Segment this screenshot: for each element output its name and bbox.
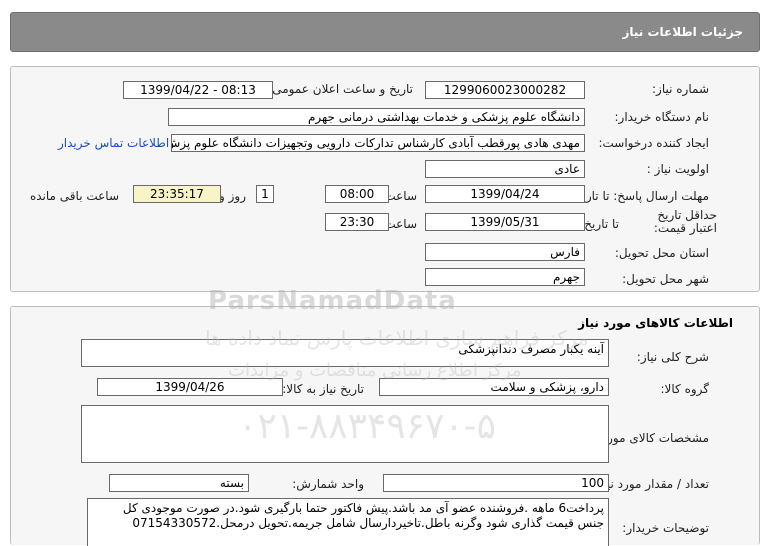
buyer-org-label: نام دستگاه خریدار:	[614, 110, 710, 124]
page-title: جزئیات اطلاعات نیاز	[622, 25, 743, 39]
delivery-city-field: جهرم	[425, 268, 585, 286]
price-validity-date-field: 1399/05/31	[425, 213, 585, 231]
general-description-field: آینه یکبار مصرف دندانپزشکی	[81, 339, 609, 367]
validity-time-label: ساعت	[384, 217, 417, 231]
response-deadline-time-field: 08:00	[325, 185, 389, 203]
response-deadline-label: مهلت ارسال پاسخ: تا تاریخ :	[566, 189, 709, 203]
delivery-province-label: استان محل تحویل:	[614, 246, 709, 260]
price-validity-label: حداقل تاریخ اعتبار قیمت:	[653, 208, 717, 235]
need-info-panel: شماره نیاز: 1299060023000282 تاریخ و ساع…	[10, 66, 760, 292]
delivery-city-label: شهر محل تحویل:	[622, 272, 709, 286]
response-deadline-date-field: 1399/04/24	[425, 185, 585, 203]
page-header: جزئیات اطلاعات نیاز	[10, 12, 760, 52]
need-number-label: شماره نیاز:	[652, 82, 709, 96]
unit-field: بسته	[109, 474, 249, 492]
quantity-field: 100	[383, 474, 609, 492]
unit-label: واحد شمارش:	[292, 477, 364, 491]
remaining-days-field: 1	[256, 185, 274, 203]
buyer-contact-link[interactable]: اطلاعات تماس خریدار	[58, 136, 169, 150]
announce-datetime-label: تاریخ و ساعت اعلان عمومی:	[268, 82, 413, 96]
buyer-org-field: دانشگاه علوم پزشکی و خدمات بهداشتی درمان…	[168, 108, 585, 126]
need-number-field: 1299060023000282	[425, 81, 585, 99]
buyer-notes-field: پرداخت6 ماهه .فروشنده عضو آی مد باشد.پیش…	[87, 498, 609, 546]
buyer-notes-label: توضیحات خریدار:	[622, 521, 709, 535]
remaining-time-label: ساعت باقی مانده	[29, 189, 119, 203]
request-creator-label: ایجاد کننده درخواست:	[598, 136, 709, 150]
goods-group-field: دارو، پزشکی و سلامت	[379, 378, 609, 396]
quantity-label: تعداد / مقدار مورد نیاز:	[593, 477, 709, 491]
need-date-field: 1399/04/26	[97, 378, 283, 396]
priority-label: اولویت نیاز :	[646, 162, 709, 176]
buyer-notes-line-1: پرداخت6 ماهه .فروشنده عضو آی مد باشد.پیش…	[122, 501, 604, 515]
goods-group-label: گروه کالا:	[660, 382, 710, 396]
buyer-notes-line-2: جنس قیمت گذاری شود وگرنه باطل.تاخیردارسا…	[132, 516, 604, 530]
need-date-label: تاریخ نیاز به کالا:	[282, 382, 364, 396]
goods-info-panel: اطلاعات کالاهای مورد نیاز شرح کلی نیاز: …	[10, 306, 760, 546]
remaining-time-field: 23:35:17	[133, 185, 221, 203]
goods-spec-field	[81, 405, 609, 463]
request-creator-field: مهدی هادی پورقطب آبادی کارشناس تدارکات د…	[171, 134, 585, 152]
deadline-time-label: ساعت	[384, 189, 417, 203]
price-validity-time-field: 23:30	[325, 213, 389, 231]
priority-field: عادی	[425, 160, 585, 178]
goods-section-title: اطلاعات کالاهای مورد نیاز	[578, 316, 733, 330]
remaining-days-label: روز و	[219, 189, 246, 203]
general-description-label: شرح کلی نیاز:	[636, 350, 709, 364]
delivery-province-field: فارس	[425, 243, 585, 261]
announce-datetime-field: 1399/04/22 - 08:13	[123, 81, 273, 99]
